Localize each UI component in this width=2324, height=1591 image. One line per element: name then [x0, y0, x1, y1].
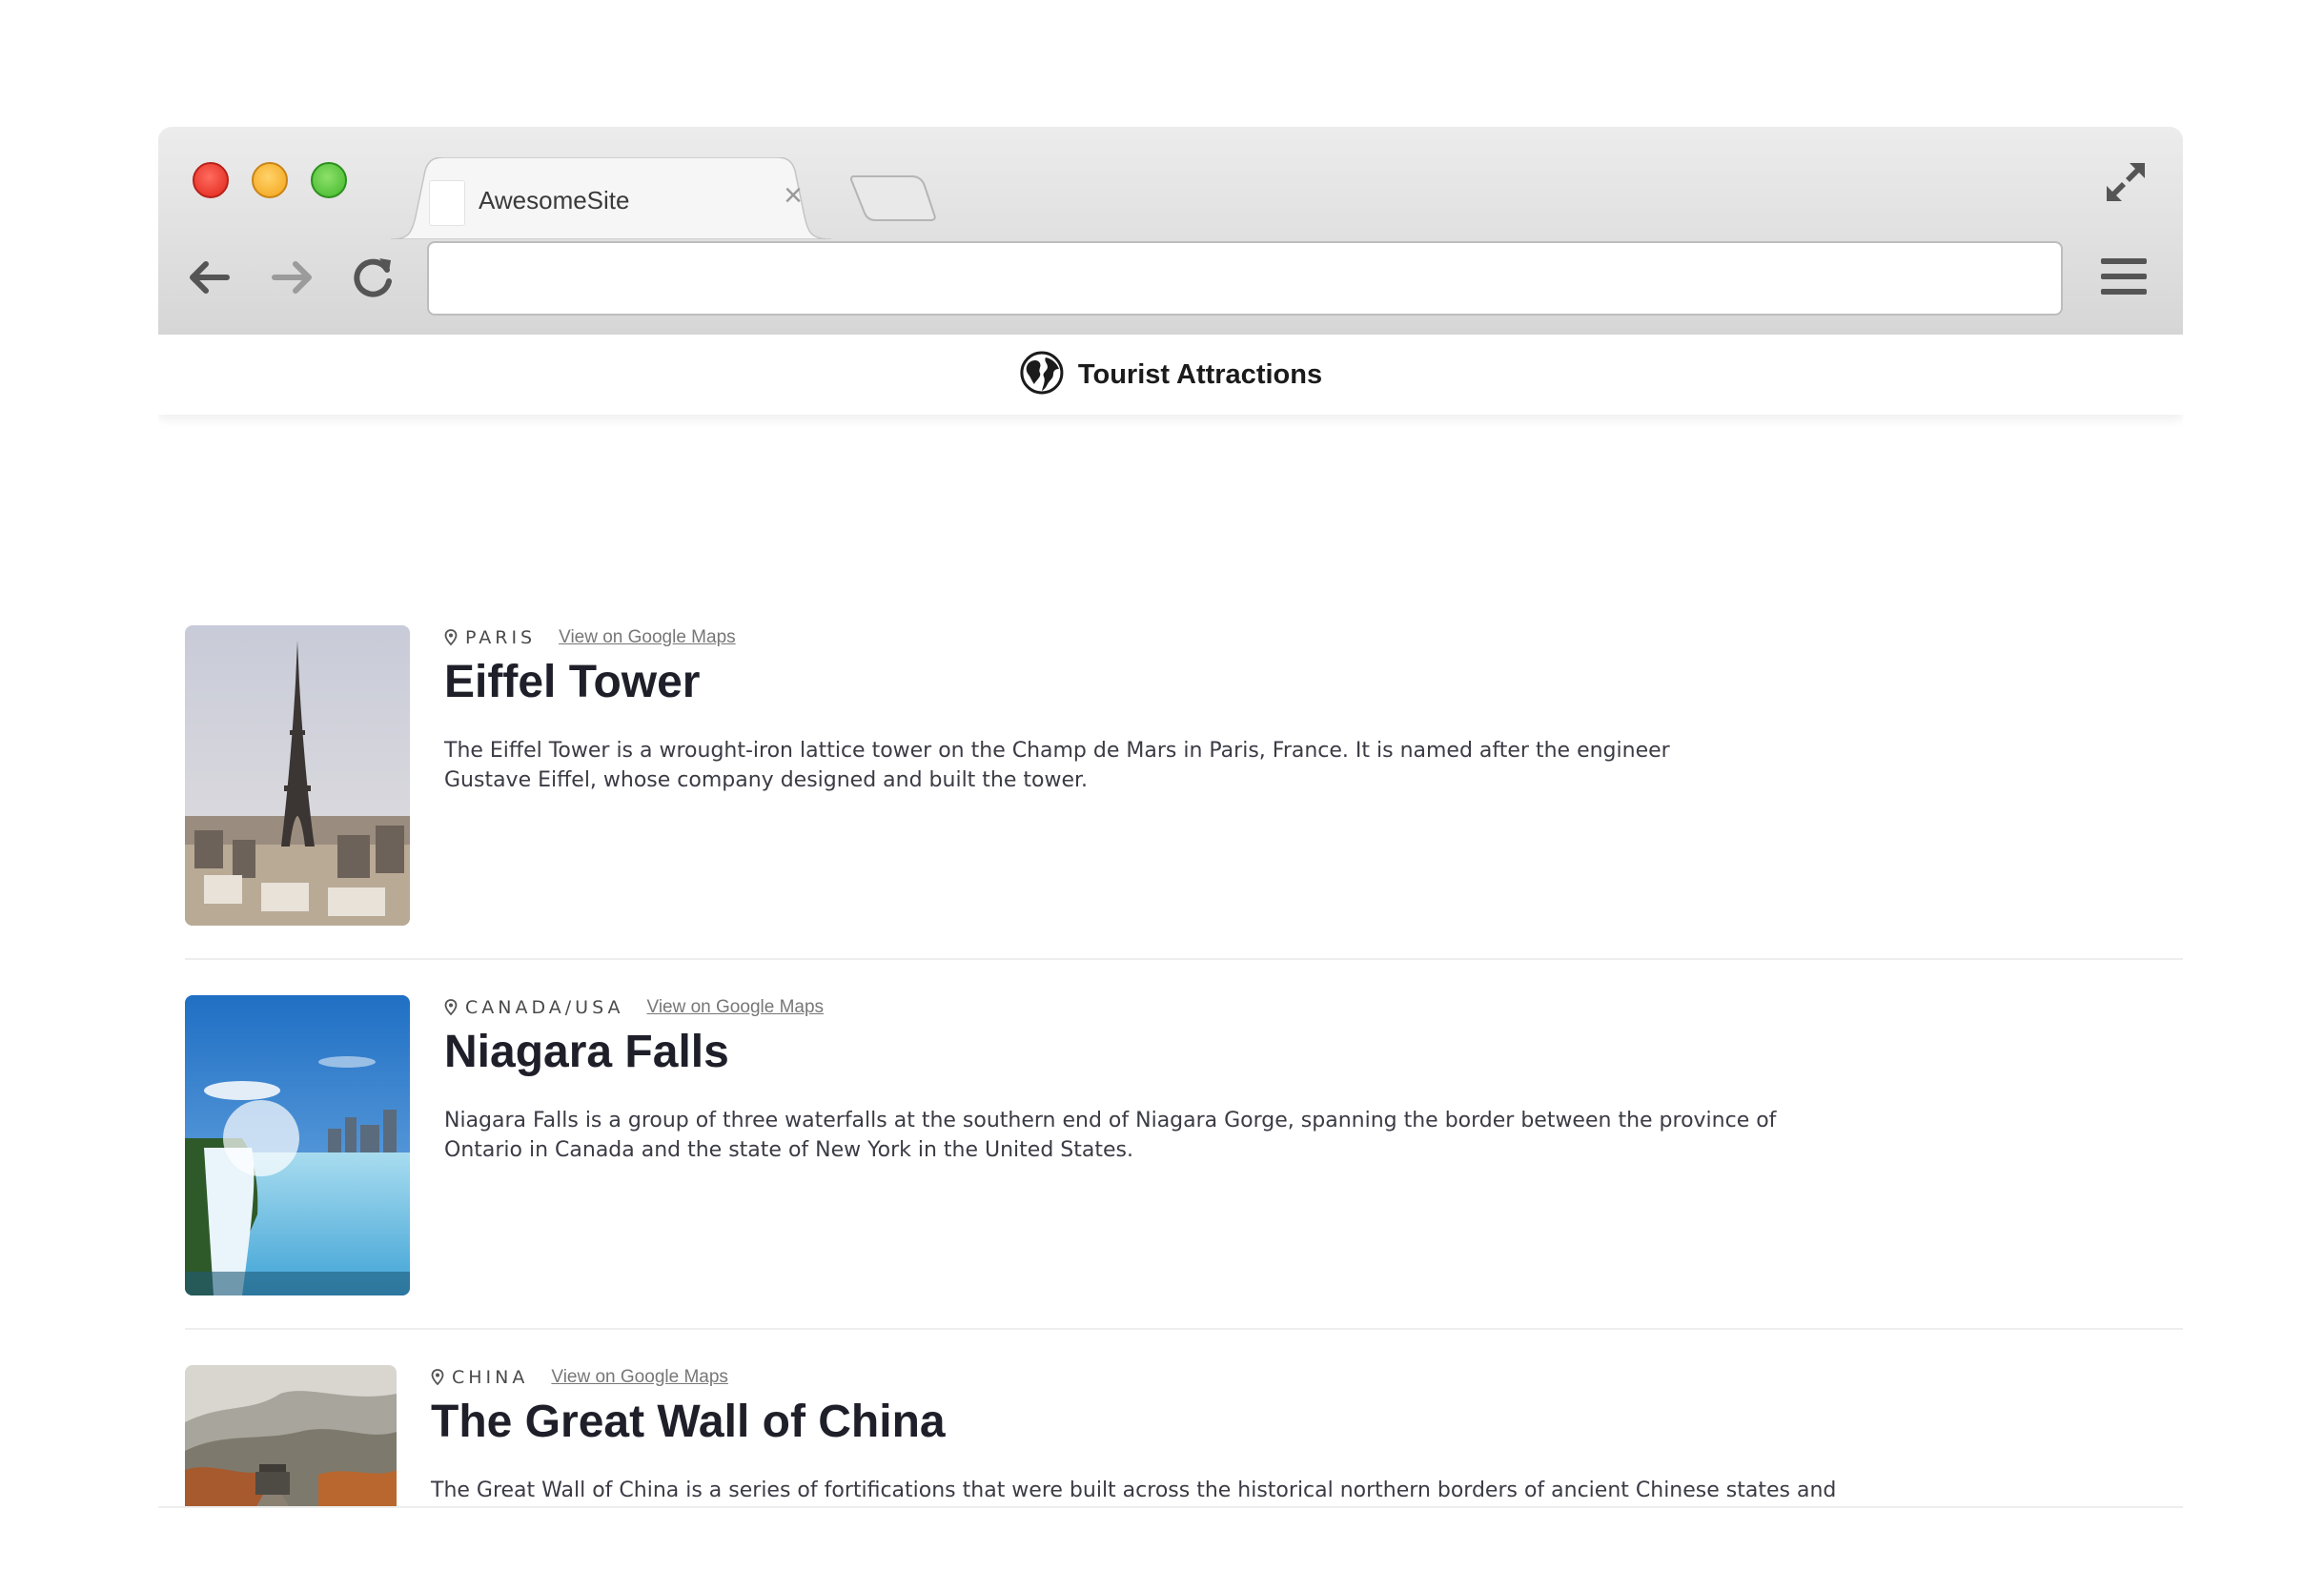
card-meta: CHINA View on Google Maps — [431, 1367, 728, 1388]
location-label: CHINA — [452, 1367, 529, 1388]
eiffel-tower-photo — [185, 625, 410, 926]
location-label: PARIS — [465, 627, 537, 648]
map-pin-icon — [444, 999, 458, 1016]
tab-title: AwesomeSite — [479, 186, 630, 214]
location-row: CHINA — [431, 1367, 528, 1388]
browser-window: AwesomeSite × Tourist Attractions PARIS … — [158, 127, 2183, 1508]
navigation-toolbar — [158, 232, 2183, 335]
attraction-card: CANADA/USA View on Google Maps Niagara F… — [185, 995, 2183, 1300]
tab-close-button[interactable]: × — [776, 178, 810, 213]
page-favicon-icon — [429, 180, 465, 226]
tab-strip: AwesomeSite × — [158, 127, 2183, 239]
attraction-title: The Great Wall of China — [431, 1397, 946, 1447]
new-tab-button[interactable] — [848, 173, 944, 222]
hamburger-menu-icon[interactable] — [2097, 251, 2151, 304]
location-row: PARIS — [444, 627, 536, 648]
attraction-list: PARIS View on Google Maps Eiffel Tower T… — [158, 415, 2183, 1508]
google-maps-link[interactable]: View on Google Maps — [647, 997, 825, 1018]
site-header: Tourist Attractions — [158, 335, 2183, 415]
globe-icon — [1019, 350, 1065, 400]
zoom-window-button[interactable] — [311, 162, 347, 198]
fullscreen-expand-icon[interactable] — [2103, 159, 2149, 205]
site-title: Tourist Attractions — [1077, 358, 1323, 390]
map-pin-icon — [431, 1369, 444, 1386]
card-divider — [185, 1328, 2183, 1330]
attraction-card: CHINA View on Google Maps The Great Wall… — [185, 1365, 2183, 1508]
card-meta: PARIS View on Google Maps — [444, 627, 736, 648]
site-brand[interactable]: Tourist Attractions — [1019, 335, 1322, 415]
google-maps-link[interactable]: View on Google Maps — [551, 1367, 728, 1388]
google-maps-link[interactable]: View on Google Maps — [559, 627, 736, 648]
attraction-title: Eiffel Tower — [444, 657, 701, 707]
attraction-description: The Great Wall of China is a series of f… — [431, 1479, 1837, 1502]
browser-chrome: AwesomeSite × — [158, 127, 2183, 335]
minimize-window-button[interactable] — [252, 162, 288, 198]
location-label: CANADA/USA — [465, 997, 624, 1018]
attraction-description: Niagara Falls is a group of three waterf… — [444, 1109, 1777, 1162]
attraction-card: PARIS View on Google Maps Eiffel Tower T… — [185, 625, 2183, 930]
attraction-title: Niagara Falls — [444, 1027, 729, 1077]
great-wall-photo — [185, 1365, 397, 1508]
forward-arrow-icon[interactable] — [265, 251, 318, 304]
back-arrow-icon[interactable] — [183, 251, 236, 304]
close-window-button[interactable] — [193, 162, 229, 198]
address-bar-input[interactable] — [427, 241, 2063, 316]
niagara-falls-photo — [185, 995, 410, 1295]
tab-active[interactable]: AwesomeSite × — [391, 157, 831, 239]
card-divider — [158, 1506, 2183, 1508]
reload-icon[interactable] — [347, 251, 400, 304]
card-meta: CANADA/USA View on Google Maps — [444, 997, 824, 1018]
attraction-description: The Eiffel Tower is a wrought-iron latti… — [444, 739, 1670, 792]
card-divider — [185, 958, 2183, 960]
location-row: CANADA/USA — [444, 997, 624, 1018]
map-pin-icon — [444, 629, 458, 646]
